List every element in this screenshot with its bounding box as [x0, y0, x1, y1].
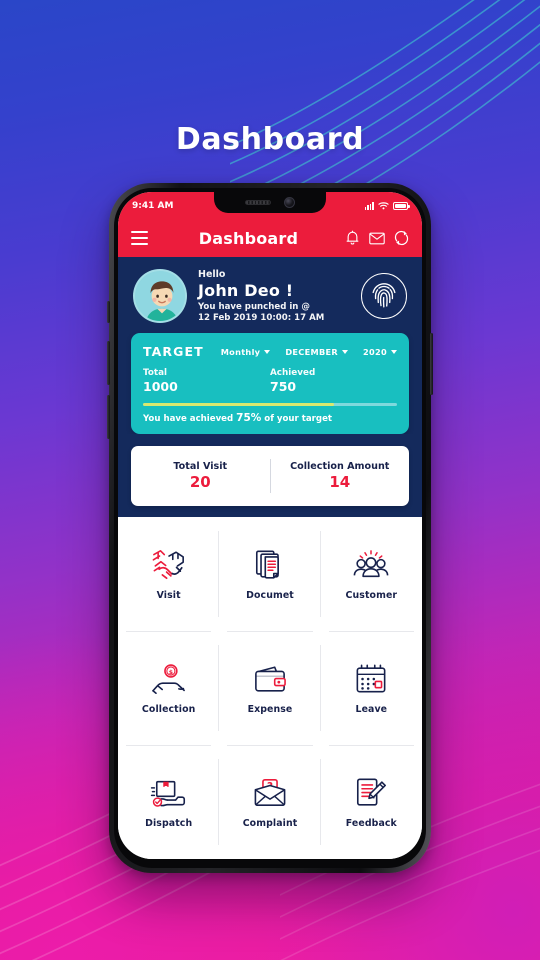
stats-card: Total Visit 20 Collection Amount 14 — [131, 446, 409, 506]
punch-in-time: 12 Feb 2019 10:00: 17 AM — [198, 312, 325, 323]
target-total-value: 1000 — [143, 379, 178, 394]
menu-item-customer[interactable]: Customer — [321, 517, 422, 631]
front-camera-icon — [284, 196, 295, 208]
greeting-block: Hello John Deo ! You have punched in @ 1… — [198, 269, 350, 322]
user-avatar-icon — [135, 271, 185, 321]
page-title: Dashboard — [175, 122, 365, 157]
phone-screen: 9:41 AM Dashboard Hello John Deo ! You h… — [118, 192, 422, 859]
battery-icon — [393, 201, 410, 210]
navy-spacer — [118, 434, 422, 446]
greeting-user-name: John Deo ! — [198, 280, 294, 300]
hand-money-icon: $ — [150, 661, 188, 697]
envelope-question-icon: ? — [252, 775, 288, 811]
app-bar-actions — [345, 230, 409, 246]
customer-group-icon — [352, 547, 390, 583]
phone-volume-down-button[interactable] — [107, 395, 110, 439]
chevron-down-icon — [391, 349, 397, 354]
phone-bezel: 9:41 AM Dashboard Hello John Deo ! You h… — [114, 188, 426, 868]
phone-volume-up-button[interactable] — [107, 341, 110, 385]
handshake-icon — [150, 547, 188, 583]
menu-item-complaint-label: Complaint — [242, 818, 298, 829]
stat-total-visit-value: 20 — [189, 473, 211, 491]
menu-item-visit[interactable]: Visit — [118, 517, 220, 631]
fingerprint-button[interactable] — [361, 273, 407, 319]
svg-text:$: $ — [168, 669, 172, 676]
menu-item-expense-label: Expense — [247, 704, 293, 715]
stat-collection-amount-value: 14 — [329, 473, 351, 491]
status-bar-time: 9:41 AM — [132, 200, 174, 211]
stat-total-visit-label: Total Visit — [173, 461, 228, 472]
target-year-dropdown[interactable]: 2020 — [363, 347, 397, 357]
menu-item-complaint[interactable]: ? Complaint — [219, 745, 321, 859]
target-progress-caption: You have achieved 75% of your target — [143, 412, 397, 424]
menu-item-feedback[interactable]: Feedback — [321, 745, 422, 859]
menu-item-dispatch-label: Dispatch — [145, 818, 193, 829]
menu-item-expense[interactable]: Expense — [219, 631, 321, 745]
calendar-icon — [354, 661, 388, 697]
phone-device-frame: 9:41 AM Dashboard Hello John Deo ! You h… — [107, 183, 433, 873]
menu-item-document-label: Documet — [246, 590, 294, 601]
menu-item-collection[interactable]: $ Collection — [118, 631, 220, 745]
mail-envelope-icon[interactable] — [369, 231, 385, 246]
refresh-sync-icon[interactable] — [394, 230, 409, 246]
greeting-hello: Hello — [198, 269, 226, 281]
target-total: Total 1000 — [143, 368, 270, 394]
target-card: TARGET Monthly DECEMBER 2020 Total 1000 … — [131, 333, 409, 434]
target-title: TARGET — [143, 344, 204, 359]
menu-item-dispatch[interactable]: Dispatch — [118, 745, 220, 859]
earpiece-speaker-icon — [245, 199, 271, 205]
menu-item-leave[interactable]: Leave — [321, 631, 422, 745]
target-values: Total 1000 Achieved 750 — [143, 368, 397, 394]
stats-section: Total Visit 20 Collection Amount 14 — [118, 446, 422, 517]
stat-collection-amount-label: Collection Amount — [290, 461, 390, 472]
chevron-down-icon — [342, 349, 348, 354]
wifi-icon — [378, 202, 389, 210]
target-header: TARGET Monthly DECEMBER 2020 — [143, 344, 397, 359]
target-caption-percent: 75% — [236, 412, 262, 424]
menu-item-document[interactable]: Documet — [219, 517, 321, 631]
target-month-value: DECEMBER — [285, 346, 338, 357]
app-bar: Dashboard — [118, 219, 422, 257]
target-period-dropdown[interactable]: Monthly — [221, 347, 271, 357]
feedback-pencil-icon — [353, 775, 389, 811]
target-progress-bar — [143, 403, 397, 406]
target-caption-prefix: You have achieved — [143, 414, 237, 424]
menu-item-feedback-label: Feedback — [345, 818, 397, 829]
stat-total-visit[interactable]: Total Visit 20 — [131, 461, 270, 491]
menu-grid: Visit Documet Customer $ Collection Expe… — [118, 517, 422, 859]
target-filters: Monthly DECEMBER 2020 — [221, 347, 397, 357]
phone-power-button[interactable] — [430, 333, 433, 395]
wallet-icon — [252, 661, 288, 697]
profile-row: Hello John Deo ! You have punched in @ 1… — [131, 267, 409, 333]
target-achieved-label: Achieved — [270, 368, 316, 378]
target-month-dropdown[interactable]: DECEMBER — [285, 347, 348, 357]
notification-bell-icon[interactable] — [345, 230, 360, 246]
menu-item-collection-label: Collection — [141, 704, 196, 715]
target-caption-suffix: of your target — [261, 414, 333, 424]
menu-item-visit-label: Visit — [156, 590, 181, 601]
menu-item-leave-label: Leave — [355, 704, 388, 715]
punch-in-label: You have punched in @ — [198, 302, 311, 313]
dashboard-header-section: Hello John Deo ! You have punched in @ 1… — [118, 257, 422, 434]
target-total-label: Total — [143, 368, 168, 378]
phone-button-left-top[interactable] — [107, 301, 110, 323]
target-achieved: Achieved 750 — [270, 368, 397, 394]
avatar[interactable] — [133, 269, 187, 323]
chevron-down-icon — [264, 349, 271, 354]
target-achieved-value: 750 — [270, 379, 297, 394]
fingerprint-icon — [372, 283, 396, 308]
status-bar: 9:41 AM — [118, 192, 422, 219]
target-progress-fill — [143, 403, 334, 406]
signal-strength-icon — [364, 201, 374, 210]
hamburger-menu-icon[interactable] — [131, 231, 148, 245]
target-year-value: 2020 — [363, 346, 387, 357]
target-period-value: Monthly — [220, 346, 261, 357]
phone-notch — [214, 192, 326, 213]
menu-item-customer-label: Customer — [345, 590, 398, 601]
dispatch-box-icon — [150, 775, 188, 811]
status-bar-indicators — [364, 201, 410, 210]
documents-icon — [253, 547, 287, 583]
app-bar-title: Dashboard — [198, 228, 299, 248]
stat-collection-amount[interactable]: Collection Amount 14 — [271, 461, 410, 491]
